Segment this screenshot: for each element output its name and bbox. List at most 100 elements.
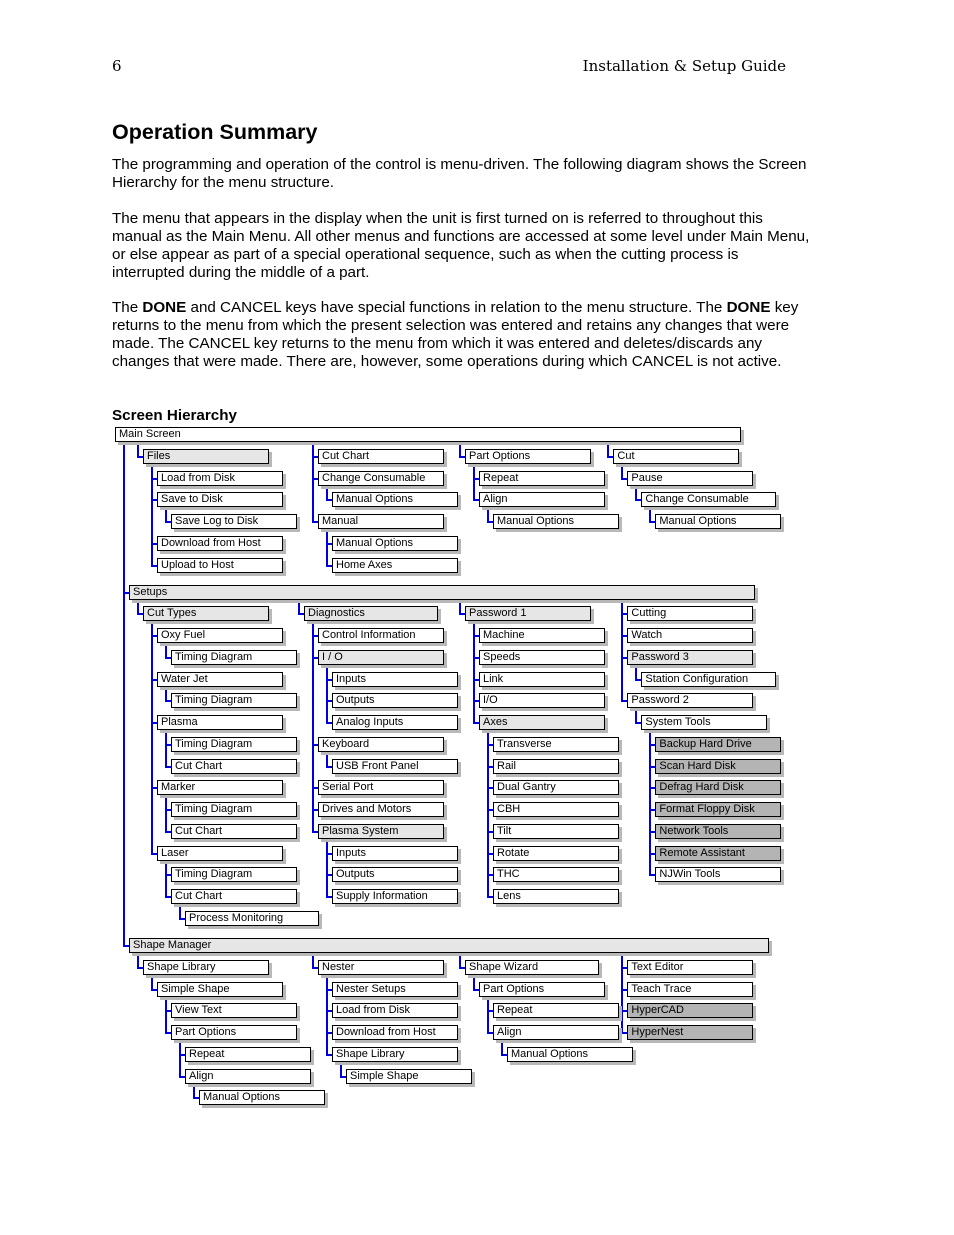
- menu-node-format-floppy-disk: Format Floppy Disk: [655, 802, 782, 818]
- connector-line: [621, 463, 624, 479]
- menu-node-timing-diagram: Timing Diagram: [171, 867, 297, 883]
- menu-node-inputs: Inputs: [332, 845, 458, 861]
- menu-node-upload-to-host: Upload to Host: [157, 557, 283, 573]
- menu-node-manual: Manual: [318, 514, 444, 529]
- menu-node-align: Align: [493, 1025, 619, 1041]
- connector-line: [635, 485, 638, 501]
- menu-node-repeat: Repeat: [185, 1046, 311, 1062]
- connector-line: [151, 621, 153, 854]
- connector-line: [459, 442, 461, 457]
- menu-node-rotate: Rotate: [493, 845, 619, 861]
- menu-node-change-consumable: Change Consumable: [641, 492, 776, 508]
- menu-node-control-information: Control Information: [318, 628, 444, 644]
- connector-line: [137, 442, 139, 457]
- connector-line: [165, 795, 167, 832]
- menu-node-view-text: View Text: [171, 1003, 297, 1019]
- menu-node-outputs: Outputs: [332, 867, 458, 883]
- menu-node-align: Align: [185, 1068, 311, 1084]
- connector-line: [340, 1061, 342, 1077]
- menu-node-download-from-host: Download from Host: [332, 1025, 458, 1041]
- menu-node-cutting: Cutting: [627, 606, 754, 622]
- menu-node-supply-information: Supply Information: [332, 889, 458, 905]
- connector-line: [635, 664, 638, 680]
- menu-node-timing-diagram: Timing Diagram: [171, 802, 297, 818]
- connector-line: [312, 442, 314, 522]
- menu-node-part-options: Part Options: [171, 1025, 297, 1041]
- menu-node-repeat: Repeat: [479, 470, 605, 486]
- connector-line: [151, 463, 153, 566]
- menu-node-scan-hard-disk: Scan Hard Disk: [655, 758, 782, 774]
- menu-node-diagnostics: Diagnostics: [304, 606, 439, 622]
- menu-node-files: Files: [143, 448, 269, 464]
- menu-node-simple-shape: Simple Shape: [346, 1068, 472, 1084]
- menu-node-password-2: Password 2: [627, 693, 754, 709]
- menu-node-drives-and-motors: Drives and Motors: [318, 802, 444, 818]
- menu-node-load-from-disk: Load from Disk: [332, 1003, 458, 1019]
- menu-node-cut-chart: Cut Chart: [171, 823, 297, 839]
- menu-node-serial-port: Serial Port: [318, 780, 444, 796]
- connector-line: [473, 621, 475, 724]
- connector-line: [607, 442, 610, 457]
- menu-node-link: Link: [479, 671, 605, 687]
- menu-node-save-log-to-disk: Save Log to Disk: [171, 514, 297, 529]
- connector-line: [326, 751, 328, 767]
- connector-line: [137, 953, 139, 968]
- menu-node-cut: Cut: [613, 448, 740, 464]
- connector-line: [621, 599, 624, 702]
- menu-node-lens: Lens: [493, 889, 619, 905]
- menu-node-nester: Nester: [318, 959, 444, 975]
- menu-node-timing-diagram: Timing Diagram: [171, 736, 297, 752]
- menu-node-change-consumable: Change Consumable: [318, 470, 444, 486]
- menu-node-main-screen: Main Screen: [115, 427, 741, 442]
- connector-line: [649, 730, 652, 876]
- menu-node-shape-manager: Shape Manager: [129, 938, 769, 954]
- menu-node-setups: Setups: [129, 584, 755, 600]
- menu-node-part-options: Part Options: [465, 448, 591, 464]
- menu-node-thc: THC: [493, 867, 619, 883]
- menu-node-keyboard: Keyboard: [318, 736, 444, 752]
- menu-node-axes: Axes: [479, 715, 605, 731]
- connector-line: [165, 860, 167, 898]
- menu-node-pause: Pause: [627, 470, 754, 486]
- menu-node-backup-hard-drive: Backup Hard Drive: [655, 736, 782, 752]
- menu-node-password-1: Password 1: [465, 606, 591, 622]
- menu-node-text-editor: Text Editor: [627, 959, 754, 975]
- menu-node-manual-options: Manual Options: [332, 535, 458, 551]
- connector-line: [312, 621, 314, 832]
- connector-line: [649, 507, 652, 522]
- menu-node-manual-options: Manual Options: [493, 514, 619, 529]
- menu-node-manual-options: Manual Options: [199, 1090, 325, 1106]
- menu-node-system-tools: System Tools: [641, 715, 768, 731]
- connector-line: [165, 507, 167, 522]
- connector-line: [298, 599, 300, 615]
- menu-node-plasma-system: Plasma System: [318, 823, 444, 839]
- connector-line: [487, 996, 489, 1034]
- menu-node-align: Align: [479, 492, 605, 508]
- menu-node-dual-gantry: Dual Gantry: [493, 780, 619, 796]
- connector-line: [621, 953, 624, 1034]
- connector-line: [326, 664, 328, 724]
- menu-node-manual-options: Manual Options: [655, 514, 782, 529]
- menu-node-plasma: Plasma: [157, 715, 283, 731]
- menu-node-remote-assistant: Remote Assistant: [655, 845, 782, 861]
- menu-node-load-from-disk: Load from Disk: [157, 470, 283, 486]
- menu-node-marker: Marker: [157, 780, 283, 796]
- menu-node-i-o: I / O: [318, 649, 444, 665]
- connector-line: [459, 599, 461, 615]
- menu-node-oxy-fuel: Oxy Fuel: [157, 628, 283, 644]
- menu-node-cut-chart: Cut Chart: [171, 758, 297, 774]
- menu-node-part-options: Part Options: [479, 981, 605, 997]
- menu-node-download-from-host: Download from Host: [157, 535, 283, 551]
- menu-node-i-o: I/O: [479, 693, 605, 709]
- menu-node-manual-options: Manual Options: [507, 1046, 633, 1062]
- menu-node-network-tools: Network Tools: [655, 823, 782, 839]
- connector-line: [165, 730, 167, 767]
- menu-node-rail: Rail: [493, 758, 619, 774]
- connector-line: [137, 599, 139, 615]
- connector-line: [123, 442, 125, 947]
- menu-node-password-3: Password 3: [627, 649, 754, 665]
- menu-node-timing-diagram: Timing Diagram: [171, 649, 297, 665]
- menu-node-njwin-tools: NJWin Tools: [655, 867, 782, 883]
- connector-line: [151, 974, 153, 990]
- connector-line: [312, 953, 314, 968]
